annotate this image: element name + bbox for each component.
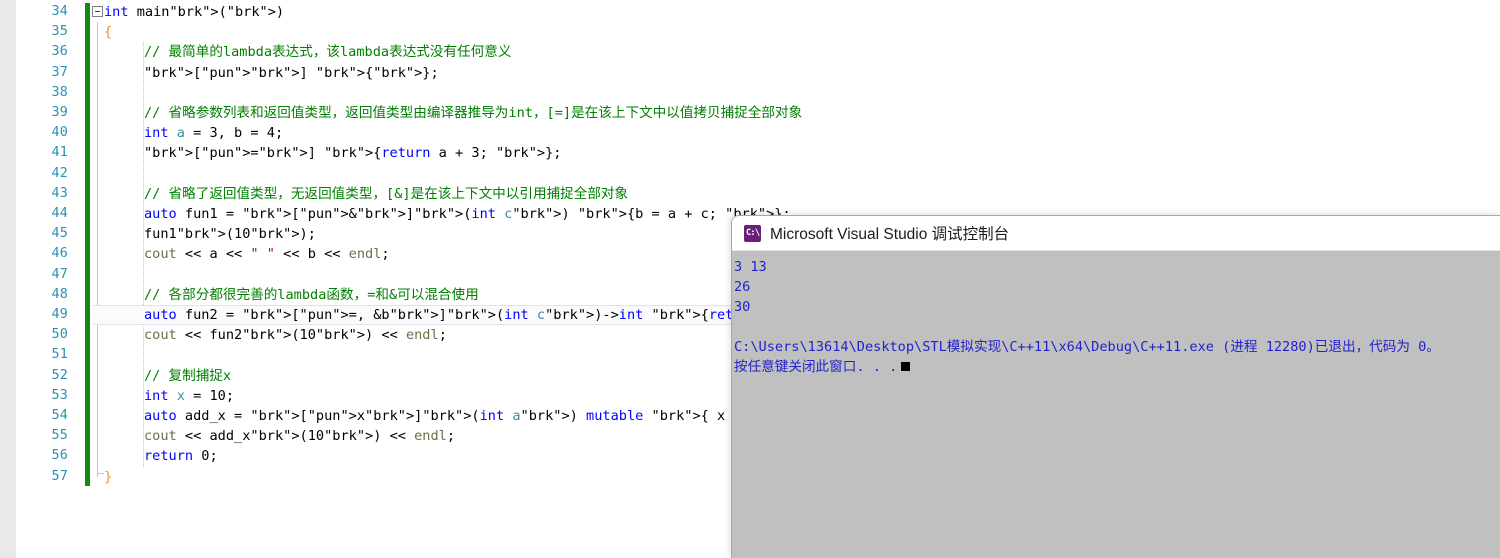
code-line[interactable]: 35 { (0, 22, 1500, 42)
line-number: 55 (51, 428, 68, 444)
code-text: cout << fun2"brk">(10"brk">) << endl; (144, 327, 447, 344)
console-line: 按任意键关闭此窗口. . . (734, 357, 1500, 377)
line-number: 45 (51, 226, 68, 242)
line-number: 52 (51, 367, 68, 383)
line-number: 37 (51, 64, 68, 80)
line-number: 39 (51, 105, 68, 120)
line-number: 48 (51, 286, 68, 302)
console-line: C:\Users\13614\Desktop\STL模拟实现\C++11\x64… (734, 339, 1440, 355)
line-number: 56 (51, 448, 68, 464)
console-line: 26 (734, 279, 751, 295)
code-line[interactable]: 37 "brk">["pun">"brk">] "brk">{"brk">}; (0, 63, 1500, 83)
code-line[interactable]: 36 // 最简单的lambda表达式，该lambda表达式没有任何意义 (0, 42, 1500, 62)
code-text: cout << add_x"brk">(10"brk">) << endl; (144, 428, 456, 445)
cmd-prompt-icon-glyph: C:\ (745, 227, 760, 238)
console-line: 3 13 (734, 259, 767, 275)
line-number: 42 (51, 165, 68, 181)
code-text: int main"brk">("brk">) (104, 4, 285, 20)
console-line: 30 (734, 299, 751, 315)
cmd-prompt-icon: C:\ (744, 224, 761, 242)
line-number: 41 (51, 145, 68, 161)
debug-console-window[interactable]: C:\ Microsoft Visual Studio 调试控制台 3 13 26… (731, 215, 1500, 558)
line-number: 46 (51, 246, 68, 262)
code-line[interactable]: 40 int a = 3, b = 4; (0, 123, 1500, 143)
code-text: return 0; (144, 448, 218, 465)
code-text: { (104, 24, 113, 41)
code-line[interactable]: 38 (0, 83, 1500, 103)
code-text: "brk">["pun">="brk">] "brk">{return a + … (144, 145, 562, 162)
line-number: 50 (51, 327, 68, 343)
line-number: 35 (51, 24, 68, 40)
code-text: int a = 3, b = 4; (144, 125, 284, 142)
line-number: 36 (51, 44, 68, 60)
code-line[interactable]: 39 // 省略参数列表和返回值类型，返回值类型由编译器推导为int，[=]是在该… (0, 103, 1500, 123)
code-text: // 最简单的lambda表达式，该lambda表达式没有任何意义 (144, 44, 512, 61)
code-text: } (104, 468, 113, 485)
screen-root: 34 int main"brk">("brk">) 35 {36 // 最简单的lamb… (0, 0, 1500, 558)
code-text: auto fun1 = "brk">["pun">&"brk">]"brk">(… (144, 206, 791, 222)
line-number: 47 (51, 266, 68, 282)
line-number: 40 (51, 125, 68, 141)
console-cursor (901, 362, 911, 371)
code-line[interactable]: 43 // 省略了返回值类型，无返回值类型，[&]是在该上下文中以引用捕捉全部对象 (0, 184, 1500, 204)
line-number: 57 (51, 468, 68, 484)
line-number: 43 (51, 185, 68, 201)
line-number: 53 (51, 387, 68, 403)
line-number: 38 (51, 84, 68, 100)
code-line[interactable]: 42 (0, 164, 1500, 184)
console-title-text: Microsoft Visual Studio 调试控制台 (770, 226, 1010, 243)
line-number: 51 (51, 347, 68, 363)
line-number: 34 (51, 4, 68, 19)
code-text: // 省略参数列表和返回值类型，返回值类型由编译器推导为int，[=]是在该上下… (144, 105, 803, 121)
console-title-bar[interactable]: C:\ Microsoft Visual Studio 调试控制台 (732, 216, 1500, 251)
code-text: int x = 10; (144, 387, 235, 404)
code-text: fun1"brk">(10"brk">); (144, 226, 316, 243)
code-text: "brk">["pun">"brk">] "brk">{"brk">}; (144, 64, 439, 81)
code-line[interactable]: 41 "brk">["pun">="brk">] "brk">{return a … (0, 143, 1500, 163)
line-number: 54 (51, 408, 68, 423)
code-text: // 复制捕捉x (144, 367, 232, 384)
code-line[interactable]: 34 int main"brk">("brk">) (0, 2, 1500, 22)
line-number: 49 (51, 307, 68, 322)
line-number: 44 (51, 206, 68, 221)
code-text: cout << a << " " << b << endl; (144, 246, 390, 263)
code-text: // 省略了返回值类型，无返回值类型，[&]是在该上下文中以引用捕捉全部对象 (144, 185, 629, 202)
console-output[interactable]: 3 13 26 30 C:\Users\13614\Desktop\STL模拟实现\C… (732, 251, 1500, 377)
code-text: // 各部分都很完善的lambda函数，=和&可以混合使用 (144, 286, 479, 303)
